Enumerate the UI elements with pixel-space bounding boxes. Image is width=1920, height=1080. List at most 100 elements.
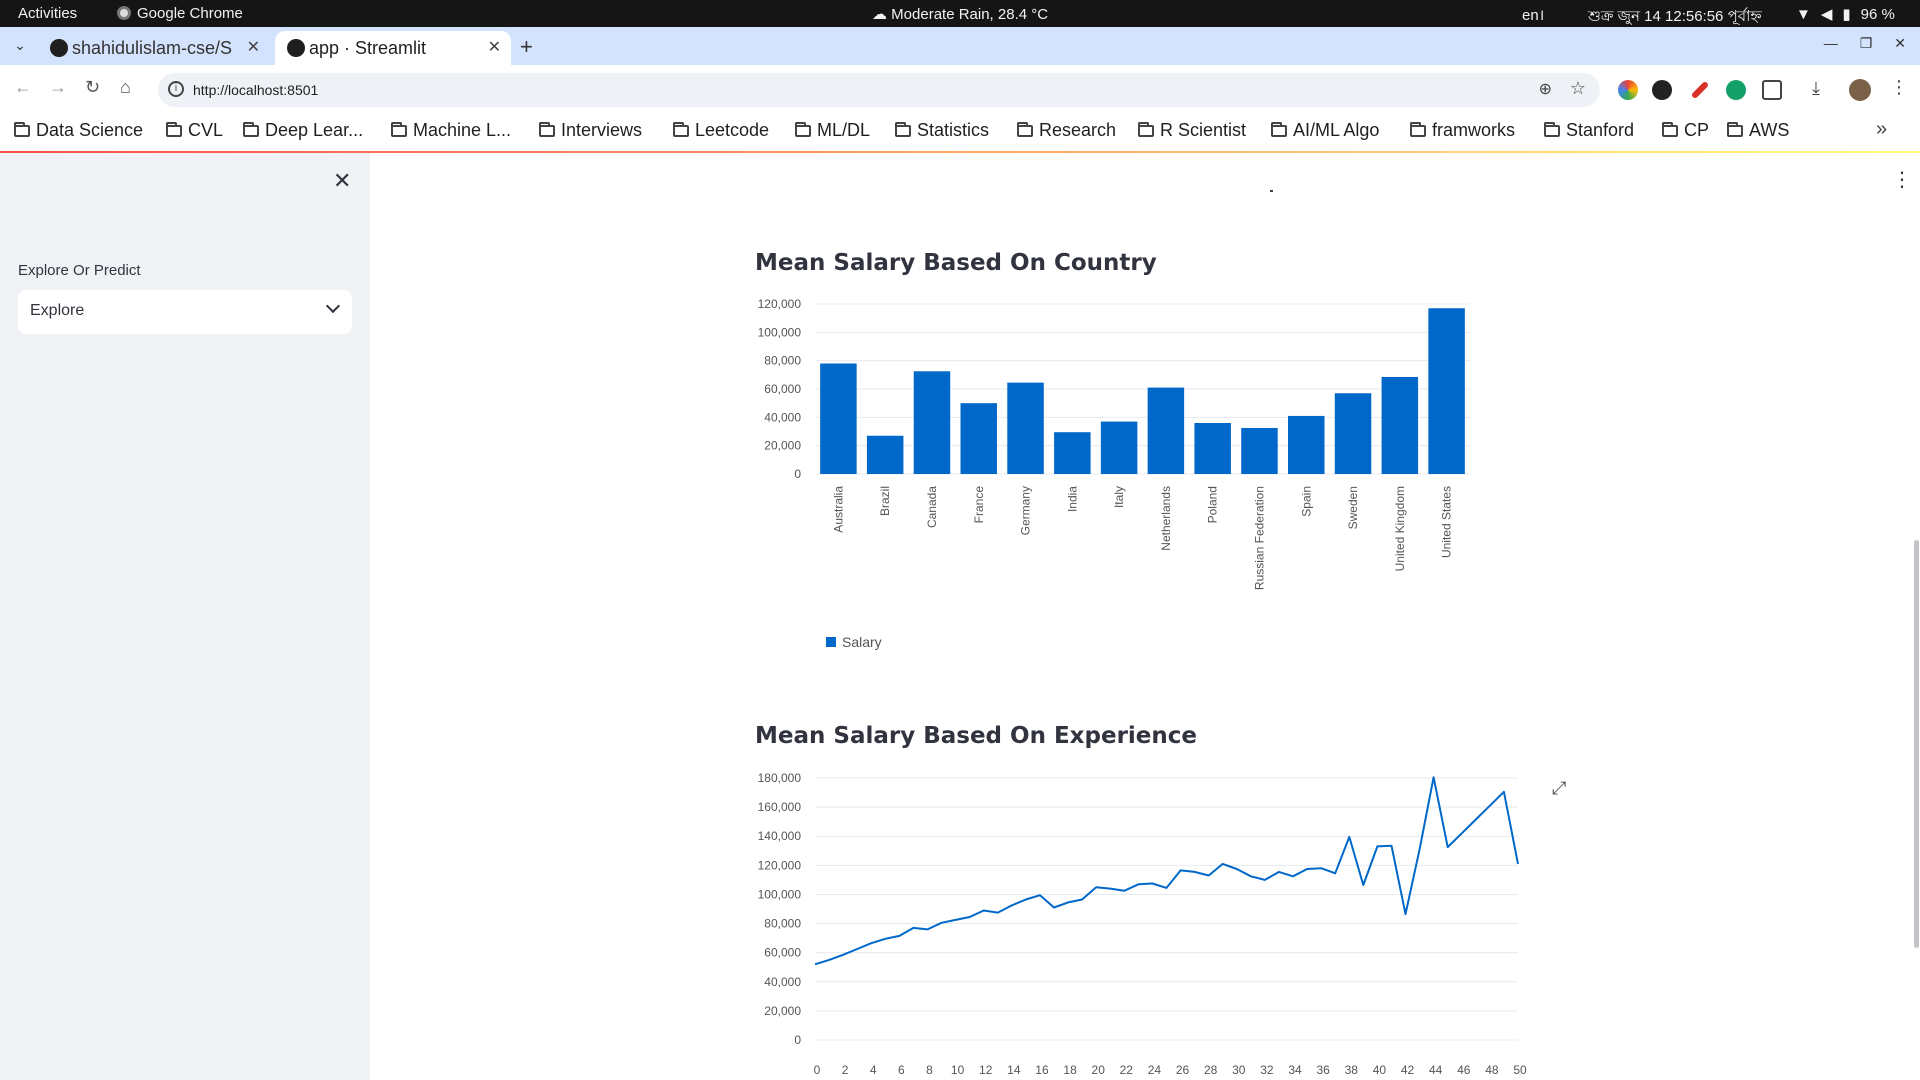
bookmark-folder[interactable]: ML/DL — [795, 120, 870, 141]
browser-toolbar: ← → ↻ ⌂ i http://localhost:8501 ⊕ ☆ ⤓ ⋮ — [0, 65, 1920, 115]
bar[interactable] — [866, 435, 904, 474]
bookmark-folder[interactable]: Interviews — [539, 120, 642, 141]
tab-search-chevron-icon[interactable]: ⌄ — [10, 34, 30, 56]
bar[interactable] — [1334, 393, 1372, 474]
x-tick-label: 16 — [1035, 1063, 1049, 1077]
bookmarks-overflow-icon[interactable]: » — [1876, 118, 1887, 141]
y-tick-label: 20,000 — [764, 1004, 801, 1018]
bar[interactable] — [1381, 376, 1419, 474]
address-bar[interactable]: i http://localhost:8501 ⊕ ☆ — [158, 73, 1600, 107]
y-tick-label: 0 — [794, 1033, 801, 1047]
bookmark-folder[interactable]: Stanford — [1544, 120, 1634, 141]
weather-indicator[interactable]: ☁ Moderate Rain, 28.4 °C — [872, 5, 1048, 23]
chrome-logo-icon — [117, 6, 131, 20]
bar[interactable] — [820, 363, 857, 475]
country-chart-title: Mean Salary Based On Country — [755, 250, 1157, 276]
download-icon[interactable]: ⤓ — [1812, 78, 1820, 99]
x-tick-label: 50 — [1513, 1063, 1527, 1077]
explore-predict-select[interactable]: Explore — [18, 290, 352, 334]
bookmark-label: Statistics — [917, 120, 990, 140]
bookmark-folder[interactable]: CP — [1662, 120, 1709, 141]
bar[interactable] — [913, 371, 951, 474]
back-arrow-icon[interactable]: ← — [14, 77, 32, 98]
forward-arrow-icon[interactable]: → — [49, 77, 67, 98]
x-tick-label: Russian Federation — [1252, 486, 1266, 590]
grammarly-icon[interactable] — [1726, 80, 1746, 100]
bar[interactable] — [1007, 382, 1044, 474]
bookmark-label: Stanford — [1566, 120, 1635, 140]
bookmark-folder[interactable]: Data Science — [14, 120, 143, 141]
sidebar: ✕ Explore Or Predict Explore — [0, 153, 370, 1080]
bar[interactable] — [1428, 308, 1465, 474]
os-top-bar: Activities Google Chrome ☁ Moderate Rain… — [0, 0, 1920, 27]
tab-title: app · Streamlit — [309, 38, 427, 58]
country-bar-chart[interactable]: 0 20,000 40,000 60,000 80,000 100,000 120,000 A… — [740, 290, 1560, 670]
bookmark-folder[interactable]: Deep Lear... — [243, 120, 363, 141]
main-menu-icon[interactable]: ⋮ — [1892, 167, 1912, 192]
bookmark-folder[interactable]: AWS — [1727, 120, 1789, 141]
bookmark-folder[interactable]: Research — [1017, 120, 1116, 141]
extensions-puzzle-icon[interactable] — [1762, 80, 1782, 100]
x-tick-label: 42 — [1401, 1063, 1415, 1077]
bookmark-label: AI/ML Algo — [1293, 120, 1380, 140]
bar[interactable] — [960, 403, 997, 474]
x-tick-label: 46 — [1457, 1063, 1471, 1077]
zoom-icon[interactable]: ⊕ — [1539, 79, 1552, 99]
folder-icon — [1662, 122, 1678, 137]
bookmark-folder[interactable]: Leetcode — [673, 120, 769, 141]
x-tick-label: Poland — [1206, 486, 1220, 523]
bookmark-folder[interactable]: Machine L... — [391, 120, 511, 141]
experience-line-chart[interactable]: 0 20,000 40,000 60,000 80,000 100,000 120,000 1… — [740, 760, 1570, 1080]
keyboard-language[interactable]: en। — [1522, 5, 1544, 25]
folder-icon — [673, 122, 689, 137]
bar[interactable] — [1241, 427, 1278, 474]
experience-chart-title: Mean Salary Based On Experience — [755, 723, 1198, 749]
bar[interactable] — [1100, 421, 1138, 474]
extension-pen-icon[interactable] — [1690, 80, 1710, 100]
bookmark-label: ML/DL — [817, 120, 871, 140]
reload-icon[interactable]: ↻ — [85, 77, 100, 98]
x-tick-label: Italy — [1112, 486, 1126, 508]
bookmark-folder[interactable]: CVL — [166, 120, 223, 141]
scrollbar-thumb[interactable] — [1914, 540, 1919, 948]
extension-dark-icon[interactable] — [1652, 80, 1672, 100]
bookmark-folder[interactable]: framworks — [1410, 120, 1515, 141]
bookmark-star-icon[interactable]: ☆ — [1570, 78, 1586, 99]
site-info-icon[interactable]: i — [168, 81, 184, 97]
bookmark-label: framworks — [1432, 120, 1516, 140]
folder-icon — [166, 122, 182, 137]
close-icon[interactable]: ✕ — [247, 37, 260, 57]
y-tick-label: 60,000 — [764, 382, 801, 396]
chrome-menu-icon[interactable]: ⋮ — [1890, 77, 1908, 98]
close-window-icon[interactable]: ✕ — [1894, 35, 1906, 51]
salary-line[interactable] — [814, 776, 1519, 966]
bookmark-folder[interactable]: Statistics — [895, 120, 989, 141]
tab-github[interactable]: shahidulislam-cse/S ✕ — [38, 31, 270, 65]
bar[interactable] — [1054, 432, 1091, 474]
y-tick-label: 100,000 — [758, 887, 802, 901]
active-app-indicator[interactable]: Google Chrome — [117, 5, 243, 22]
tab-streamlit-app[interactable]: app · Streamlit ✕ — [275, 31, 511, 65]
bar[interactable] — [1288, 415, 1325, 474]
x-tick-label: United States — [1440, 486, 1454, 558]
x-tick-label: 26 — [1176, 1063, 1190, 1077]
x-tick-label: 32 — [1260, 1063, 1274, 1077]
close-icon[interactable]: ✕ — [488, 37, 501, 57]
bar[interactable] — [1194, 423, 1231, 474]
bookmark-folder[interactable]: R Scientist — [1138, 120, 1246, 141]
bar[interactable] — [1147, 387, 1185, 474]
restore-icon[interactable]: ❐ — [1860, 35, 1873, 51]
system-tray[interactable]: ▼ ◀ ▮ 96 % — [1796, 5, 1905, 23]
home-icon[interactable]: ⌂ — [120, 77, 131, 98]
streamlit-icon — [287, 39, 305, 57]
minimize-icon[interactable]: — — [1824, 35, 1838, 51]
extension-color-icon[interactable] — [1618, 80, 1638, 100]
close-sidebar-icon[interactable]: ✕ — [333, 168, 351, 194]
select-label: Explore Or Predict — [18, 262, 141, 279]
url-text[interactable]: http://localhost:8501 — [193, 82, 318, 98]
bookmark-folder[interactable]: AI/ML Algo — [1271, 120, 1379, 141]
new-tab-plus-icon[interactable]: + — [520, 34, 533, 60]
activities-button[interactable]: Activities — [18, 5, 77, 22]
x-tick-label: 44 — [1429, 1063, 1443, 1077]
profile-avatar[interactable] — [1849, 79, 1871, 101]
